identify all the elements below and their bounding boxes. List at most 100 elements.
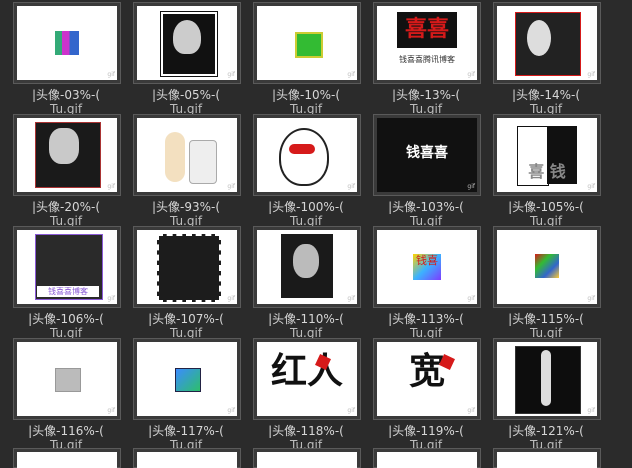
thumbnail-item[interactable]: 钱喜喜博客 gif |头像-106%-(Tu.gif [6, 226, 126, 340]
thumbnail-item[interactable]: 喜 钱 gif |头像-105%-(Tu.gif [486, 114, 606, 228]
gif-badge: gif [227, 183, 235, 190]
thumbnail-item[interactable]: gif |头像-100%-(Tu.gif [246, 114, 366, 228]
thumbnail-caption[interactable]: |头像-20%-(Tu.gif [6, 200, 126, 228]
thumbnail-frame: 红人 gif [253, 338, 361, 420]
thumbnail-image[interactable]: 宽 gif [377, 342, 477, 416]
thumbnail-item[interactable]: gif |头像-121%-(Tu.gif [486, 338, 606, 452]
thumbnail-image[interactable]: gif [17, 118, 117, 192]
thumbnail-frame: gif [493, 2, 601, 84]
gif-badge: gif [107, 407, 115, 414]
gif-badge: gif [587, 71, 595, 78]
thumbnail-frame: gif [133, 226, 241, 308]
thumbnail-item[interactable]: gif |头像-116%-(Tu.gif [6, 338, 126, 452]
thumbnail-frame: gif [133, 2, 241, 84]
thumbnail-frame: 钱喜喜 gif [373, 114, 481, 196]
thumbnail-caption[interactable]: |头像-105%-(Tu.gif [486, 200, 606, 228]
thumbnail-caption[interactable]: |头像-106%-(Tu.gif [6, 312, 126, 340]
thumbnail-frame-partial[interactable] [373, 448, 481, 468]
thumbnail-item[interactable]: 宽 gif |头像-119%-(Tu.gif [366, 338, 486, 452]
gif-badge: gif [587, 407, 595, 414]
thumbnail-caption[interactable]: |头像-110%-(Tu.gif [246, 312, 366, 340]
thumbnail-caption[interactable]: |头像-93%-(Tu.gif [126, 200, 246, 228]
thumbnail-image[interactable]: gif [17, 6, 117, 80]
thumbnail-frame: 喜 钱 gif [493, 114, 601, 196]
gif-badge: gif [467, 71, 475, 78]
logo-subtext: 钱喜喜腾讯博客 [399, 55, 455, 64]
thumbnail-item[interactable]: gif |头像-10%-(Tu.gif [246, 2, 366, 116]
thumbnail-item[interactable]: gif |头像-14%-(Tu.gif [486, 2, 606, 116]
thumbnail-image[interactable]: gif [257, 118, 357, 192]
logo-text: 钱喜喜 [406, 145, 448, 161]
face-icon [49, 128, 79, 164]
gif-badge: gif [107, 71, 115, 78]
thumbnail-image[interactable]: gif [257, 6, 357, 80]
thumbnail-image[interactable]: gif [137, 342, 237, 416]
thumbnail-item[interactable]: 喜喜 钱喜喜腾讯博客 gif |头像-13%-(Tu.gif [366, 2, 486, 116]
thumbnail-image[interactable]: 钱喜喜博客 gif [17, 230, 117, 304]
thumbnail-caption[interactable]: |头像-115%-(Tu.gif [486, 312, 606, 340]
thumbnail-caption[interactable]: |头像-113%-(Tu.gif [366, 312, 486, 340]
thumbnail-frame-partial[interactable] [493, 448, 601, 468]
thumbnail-image[interactable]: gif [137, 230, 237, 304]
thumbnail-item[interactable]: gif |头像-117%-(Tu.gif [126, 338, 246, 452]
thumbnail-frame-partial[interactable] [133, 448, 241, 468]
thumbnail-frame: gif [253, 2, 361, 84]
thumbnail-frame: gif [13, 338, 121, 420]
thumbnail-frame: gif [13, 114, 121, 196]
gif-badge: gif [467, 183, 475, 190]
thumbnail-caption[interactable]: |头像-05%-(Tu.gif [126, 88, 246, 116]
thumbnail-image[interactable]: 红人 gif [257, 342, 357, 416]
thumbnail-image[interactable]: gif [497, 342, 597, 416]
thumbnail-caption[interactable]: |头像-10%-(Tu.gif [246, 88, 366, 116]
thumbnail-image[interactable]: gif [497, 6, 597, 80]
cartoon-figure-icon [165, 132, 185, 182]
thumbnail-item[interactable]: gif |头像-110%-(Tu.gif [246, 226, 366, 340]
thumbnail-caption[interactable]: |头像-03%-(Tu.gif [6, 88, 126, 116]
gif-badge: gif [347, 71, 355, 78]
logo-text: 喜 钱 [528, 162, 566, 181]
thumbnail-frame-partial[interactable] [253, 448, 361, 468]
colorful-avatar-icon [535, 254, 559, 278]
thumbnail-image[interactable]: gif [257, 230, 357, 304]
thumbnail-image[interactable] [137, 452, 237, 468]
thumbnail-image[interactable]: 喜喜 钱喜喜腾讯博客 gif [377, 6, 477, 80]
thumbnail-caption[interactable]: |头像-13%-(Tu.gif [366, 88, 486, 116]
toilet-icon [189, 140, 217, 184]
thumbnail-item[interactable]: gif |头像-20%-(Tu.gif [6, 114, 126, 228]
thumbnail-image[interactable]: gif [137, 6, 237, 80]
thumbnail-caption[interactable]: |头像-14%-(Tu.gif [486, 88, 606, 116]
thumbnail-frame-partial[interactable] [13, 448, 121, 468]
thumbnail-item[interactable]: gif |头像-107%-(Tu.gif [126, 226, 246, 340]
thumbnail-item[interactable]: gif |头像-115%-(Tu.gif [486, 226, 606, 340]
thumbnail-image[interactable]: gif [497, 230, 597, 304]
thumbnail-image[interactable]: 钱喜 gif [377, 230, 477, 304]
thumbnail-caption[interactable]: |头像-103%-(Tu.gif [366, 200, 486, 228]
thumbnail-item[interactable]: gif |头像-03%-(Tu.gif [6, 2, 126, 116]
thumbnail-item[interactable]: gif |头像-05%-(Tu.gif [126, 2, 246, 116]
robot-eyes-icon [289, 144, 315, 154]
thumbnail-image[interactable]: gif [17, 342, 117, 416]
gif-badge: gif [107, 295, 115, 302]
thumbnail-item[interactable]: gif |头像-93%-(Tu.gif [126, 114, 246, 228]
thumbnail-image[interactable]: 钱喜喜 gif [377, 118, 477, 192]
portrait-photo-icon [157, 234, 221, 302]
blue-badge-icon [175, 368, 201, 392]
logo-text: 钱喜 [413, 254, 441, 280]
colorful-avatar-icon [55, 31, 79, 55]
thumbnail-item[interactable]: 钱喜喜 gif |头像-103%-(Tu.gif [366, 114, 486, 228]
thumbnail-caption[interactable]: |头像-107%-(Tu.gif [126, 312, 246, 340]
thumbnail-item[interactable]: 红人 gif |头像-118%-(Tu.gif [246, 338, 366, 452]
thumbnail-image[interactable] [497, 452, 597, 468]
thumbnail-image[interactable] [17, 452, 117, 468]
thumbnail-frame: gif [253, 226, 361, 308]
thumbnail-image[interactable]: gif [137, 118, 237, 192]
thumbnail-image[interactable]: 喜 钱 gif [497, 118, 597, 192]
thumbnail-frame: gif [493, 338, 601, 420]
thumbnail-image[interactable] [377, 452, 477, 468]
face-icon [527, 20, 551, 56]
thumbnail-item[interactable]: 钱喜 gif |头像-113%-(Tu.gif [366, 226, 486, 340]
thumbnail-image[interactable] [257, 452, 357, 468]
thumbnail-frame: 钱喜喜博客 gif [13, 226, 121, 308]
thumbnail-caption[interactable]: |头像-100%-(Tu.gif [246, 200, 366, 228]
thumbnail-frame: gif [13, 2, 121, 84]
